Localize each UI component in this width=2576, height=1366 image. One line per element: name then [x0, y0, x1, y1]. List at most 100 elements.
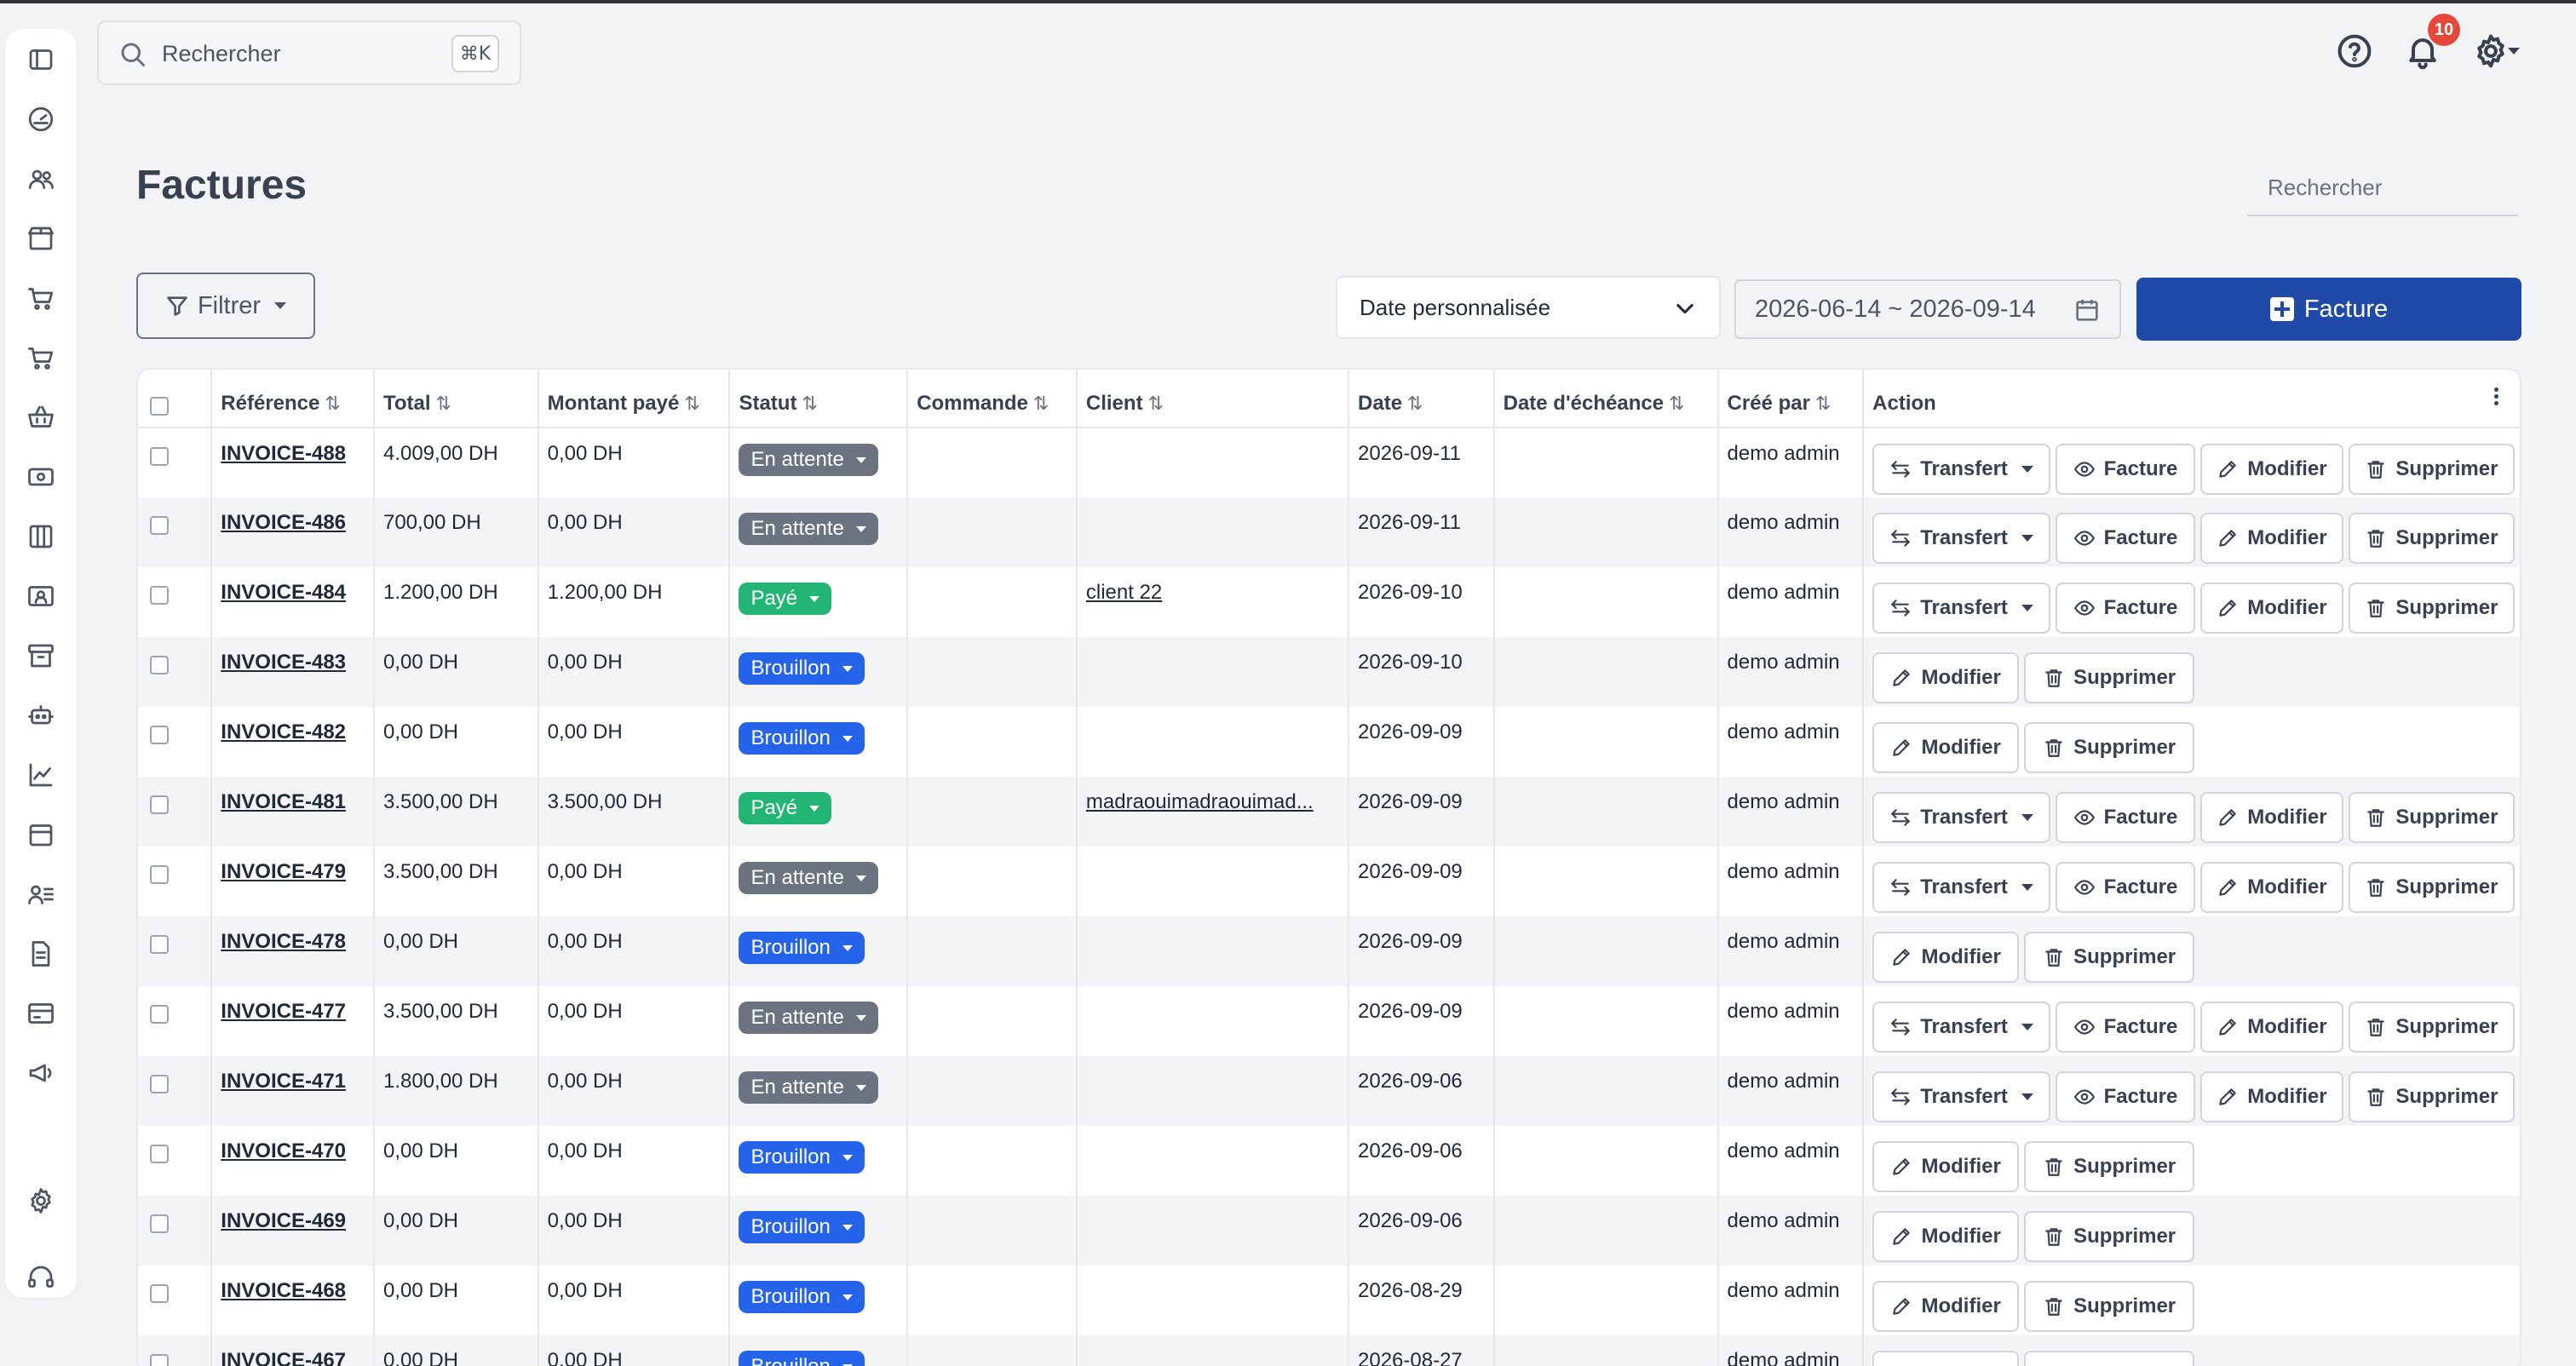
transfert-button[interactable]: Transfert — [1872, 792, 2050, 843]
megaphone-icon[interactable] — [23, 1055, 59, 1091]
date-range-picker[interactable]: 2026-06-14 ~ 2026-09-14 — [1734, 279, 2121, 339]
supprimer-button[interactable]: Supprimer — [2024, 1281, 2195, 1332]
facture-button[interactable]: Facture — [2055, 513, 2195, 564]
headset-icon[interactable] — [23, 1260, 59, 1295]
transfert-button[interactable]: Transfert — [1872, 1002, 2050, 1053]
credit-card-icon[interactable] — [23, 996, 59, 1031]
transfert-button[interactable]: Transfert — [1872, 1071, 2050, 1122]
status-badge[interactable]: En attente — [739, 862, 878, 894]
row-checkbox[interactable] — [150, 1005, 169, 1024]
search-input[interactable] — [162, 34, 434, 73]
invoice-reference-link[interactable]: INVOICE-483 — [221, 651, 346, 674]
supprimer-button[interactable]: Supprimer — [2024, 1351, 2195, 1366]
modifier-button[interactable]: Modifier — [1872, 932, 2020, 983]
row-checkbox[interactable] — [150, 1354, 169, 1366]
transfert-button[interactable]: Transfert — [1872, 583, 2050, 634]
status-badge[interactable]: Brouillon — [739, 1281, 865, 1313]
cart-alt-icon[interactable] — [23, 340, 59, 376]
row-checkbox[interactable] — [150, 795, 169, 814]
row-checkbox[interactable] — [150, 516, 169, 535]
status-badge[interactable]: En attente — [739, 513, 878, 545]
select-all-checkbox[interactable] — [150, 397, 169, 416]
column-header[interactable]: Créé par ⇅ — [1717, 370, 1865, 428]
cash-icon[interactable] — [23, 459, 59, 495]
supprimer-button[interactable]: Supprimer — [2348, 1071, 2516, 1122]
row-checkbox[interactable] — [150, 1284, 169, 1303]
modifier-button[interactable]: Modifier — [1872, 652, 2020, 703]
supprimer-button[interactable]: Supprimer — [2348, 862, 2516, 913]
invoice-reference-link[interactable]: INVOICE-468 — [221, 1279, 346, 1302]
invoice-reference-link[interactable]: INVOICE-469 — [221, 1209, 346, 1232]
column-header[interactable]: Client ⇅ — [1076, 370, 1350, 428]
document-icon[interactable] — [23, 936, 59, 972]
modifier-button[interactable]: Modifier — [2199, 513, 2343, 564]
column-header[interactable]: Date ⇅ — [1348, 370, 1495, 428]
column-header[interactable]: Statut ⇅ — [729, 370, 909, 428]
robot-icon[interactable] — [23, 697, 59, 733]
modifier-button[interactable]: Modifier — [1872, 722, 2020, 773]
column-header[interactable]: Date d'échéance ⇅ — [1493, 370, 1719, 428]
global-search[interactable]: ⌘K — [97, 20, 521, 85]
modifier-button[interactable]: Modifier — [1872, 1211, 2020, 1262]
invoice-reference-link[interactable]: INVOICE-478 — [221, 930, 346, 953]
dashboard-icon[interactable] — [23, 101, 59, 137]
facture-button[interactable]: Facture — [2055, 444, 2195, 495]
status-badge[interactable]: Brouillon — [739, 652, 865, 685]
column-header[interactable]: Montant payé ⇅ — [538, 370, 731, 428]
status-badge[interactable]: En attente — [739, 1002, 878, 1034]
sidebar-toggle-icon[interactable] — [23, 42, 59, 77]
status-badge[interactable]: Brouillon — [739, 1141, 865, 1174]
row-checkbox[interactable] — [150, 586, 169, 605]
invoice-reference-link[interactable]: INVOICE-479 — [221, 860, 346, 883]
transfert-button[interactable]: Transfert — [1872, 444, 2050, 495]
supprimer-button[interactable]: Supprimer — [2024, 1211, 2195, 1262]
supprimer-button[interactable]: Supprimer — [2348, 792, 2516, 843]
modifier-button[interactable]: Modifier — [1872, 1141, 2020, 1192]
supprimer-button[interactable]: Supprimer — [2024, 652, 2195, 703]
facture-button[interactable]: Facture — [2055, 862, 2195, 913]
supprimer-button[interactable]: Supprimer — [2348, 583, 2516, 634]
invoice-reference-link[interactable]: INVOICE-467 — [221, 1349, 346, 1366]
supprimer-button[interactable]: Supprimer — [2348, 1002, 2516, 1053]
supprimer-button[interactable]: Supprimer — [2348, 513, 2516, 564]
transfert-button[interactable]: Transfert — [1872, 862, 2050, 913]
facture-button[interactable]: Facture — [2055, 792, 2195, 843]
row-checkbox[interactable] — [150, 1145, 169, 1163]
archive-icon[interactable] — [23, 638, 59, 674]
modifier-button[interactable]: Modifier — [2199, 1071, 2343, 1122]
calendar-icon[interactable] — [23, 817, 59, 852]
box-icon[interactable] — [23, 221, 59, 256]
contact-card-icon[interactable] — [23, 578, 59, 614]
status-badge[interactable]: Brouillon — [739, 1211, 865, 1243]
row-checkbox[interactable] — [150, 726, 169, 744]
table-search-input[interactable] — [2247, 160, 2518, 216]
supprimer-button[interactable]: Supprimer — [2024, 1141, 2195, 1192]
facture-button[interactable]: Facture — [2055, 583, 2195, 634]
modifier-button[interactable]: Modifier — [2199, 583, 2343, 634]
supprimer-button[interactable]: Supprimer — [2348, 444, 2516, 495]
more-vertical-icon[interactable] — [2487, 385, 2504, 419]
column-header[interactable]: Référence ⇅ — [211, 370, 375, 428]
modifier-button[interactable]: Modifier — [1872, 1351, 2020, 1366]
facture-button[interactable]: Facture — [2055, 1071, 2195, 1122]
column-header[interactable]: Total ⇅ — [373, 370, 539, 428]
users-icon[interactable] — [23, 161, 59, 197]
new-invoice-button[interactable]: Facture — [2136, 278, 2521, 341]
settings-icon[interactable] — [23, 1183, 59, 1219]
modifier-button[interactable]: Modifier — [2199, 444, 2343, 495]
filter-button[interactable]: Filtrer — [136, 273, 315, 339]
invoice-reference-link[interactable]: INVOICE-484 — [221, 581, 346, 604]
modifier-button[interactable]: Modifier — [1872, 1281, 2020, 1332]
status-badge[interactable]: Payé — [739, 792, 832, 824]
invoice-reference-link[interactable]: INVOICE-486 — [221, 511, 346, 534]
invoice-reference-link[interactable]: INVOICE-482 — [221, 720, 346, 743]
invoice-reference-link[interactable]: INVOICE-471 — [221, 1070, 346, 1093]
supprimer-button[interactable]: Supprimer — [2024, 932, 2195, 983]
status-badge[interactable]: En attente — [739, 444, 878, 476]
notifications-bell-icon[interactable]: 10 — [2397, 14, 2460, 77]
row-checkbox[interactable] — [150, 865, 169, 884]
modifier-button[interactable]: Modifier — [2199, 1002, 2343, 1053]
modifier-button[interactable]: Modifier — [2199, 792, 2343, 843]
supprimer-button[interactable]: Supprimer — [2024, 722, 2195, 773]
help-icon[interactable] — [2329, 26, 2380, 77]
